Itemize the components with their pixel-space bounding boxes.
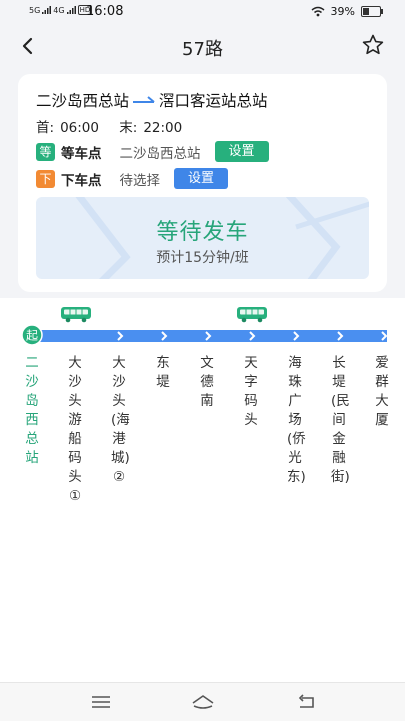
- departure-status-box: 等待发车 预计15分钟/班: [36, 197, 369, 279]
- chevron-right-icon: [381, 331, 388, 341]
- stop-name[interactable]: 大沙头(海港城)②: [111, 354, 130, 487]
- chevron-right-icon: [249, 331, 256, 341]
- boarding-stop-row: 等 等车点 二沙岛西总站 设置: [36, 141, 269, 162]
- stop-name[interactable]: 东堤: [155, 354, 171, 392]
- set-alighting-button[interactable]: 设置: [174, 168, 229, 189]
- set-boarding-button[interactable]: 设置: [214, 141, 269, 162]
- route-direction: 二沙岛西总站 滘口客运站总站: [36, 89, 268, 111]
- nav-bar: 57路: [0, 24, 405, 68]
- network-5g-label: 5G: [29, 5, 41, 15]
- chevron-right-icon: [161, 331, 168, 341]
- home-icon[interactable]: [191, 692, 215, 712]
- bus-icon[interactable]: [236, 306, 268, 323]
- battery-percent: 39%: [330, 5, 355, 18]
- departure-status-title: 等待发车: [156, 220, 249, 245]
- stop-name[interactable]: 海珠广场(侨光东): [287, 354, 306, 487]
- wifi-icon: [311, 6, 325, 17]
- departure-frequency: 预计15分钟/班: [156, 250, 249, 266]
- stop-name[interactable]: 天字码头: [243, 354, 259, 430]
- chevron-right-icon: [337, 331, 344, 341]
- last-bus-time: 末: 22:00: [119, 120, 182, 136]
- status-right: 39%: [311, 5, 383, 18]
- back-nav-icon[interactable]: [296, 692, 318, 712]
- direction-arrow-icon: [133, 96, 155, 103]
- start-marker-label: 起: [26, 329, 38, 343]
- route-origin: 二沙岛西总站: [36, 92, 130, 110]
- menu-icon[interactable]: [90, 692, 112, 712]
- status-bar: 5G 4G HD 16:08 39%: [0, 0, 405, 24]
- first-bus-value: 06:00: [60, 120, 99, 136]
- stop-name[interactable]: 大沙头游船码头①: [67, 354, 83, 506]
- stop-name[interactable]: 文德南: [199, 354, 215, 411]
- chevron-right-icon: [293, 331, 300, 341]
- alighting-stop-row: 下 下车点 待选择 设置: [36, 168, 229, 189]
- boarding-tag: 等: [36, 142, 55, 161]
- chevron-right-icon: [117, 331, 124, 341]
- first-bus-label: 首:: [36, 120, 55, 136]
- boarding-stop-name: 二沙岛西总站: [119, 145, 201, 162]
- first-bus-time: 首: 06:00: [36, 120, 99, 136]
- line-stops-panel[interactable]: 起 二沙岛西总站 大沙头游船码头① 大沙头(海港城)② 东堤 文德南 天字码头 …: [0, 298, 405, 682]
- signal-icon: [42, 6, 52, 14]
- last-bus-label: 末:: [119, 120, 138, 136]
- page-title: 57路: [182, 39, 223, 60]
- alighting-label: 下车点: [61, 172, 102, 189]
- service-times: 首: 06:00 末: 22:00: [36, 116, 198, 136]
- boarding-label: 等车点: [61, 145, 102, 162]
- star-icon[interactable]: [361, 33, 385, 57]
- stop-name[interactable]: 爱群大厦: [374, 354, 390, 430]
- system-nav-bar: [0, 682, 405, 721]
- last-bus-value: 22:00: [143, 120, 183, 136]
- signal-icon: [66, 6, 76, 14]
- clock: 16:08: [86, 4, 124, 19]
- stop-name[interactable]: 长堤(民间金融街): [331, 354, 350, 487]
- battery-icon: [361, 6, 383, 17]
- signal-indicators: 5G 4G HD: [29, 5, 93, 15]
- start-marker-icon: 起: [21, 324, 43, 346]
- route-destination: 滘口客运站总站: [159, 92, 268, 110]
- alighting-tag: 下: [36, 169, 55, 188]
- bus-icon[interactable]: [60, 306, 92, 323]
- alighting-stop-name: 待选择: [119, 172, 161, 189]
- stop-name[interactable]: 二沙岛西总站: [24, 354, 40, 468]
- route-info-card: 二沙岛西总站 滘口客运站总站 首: 06:00 末: 22:00 等 等车点 二沙岛…: [18, 74, 387, 292]
- network-4g-label: 4G: [53, 5, 65, 15]
- chevron-right-icon: [205, 331, 212, 341]
